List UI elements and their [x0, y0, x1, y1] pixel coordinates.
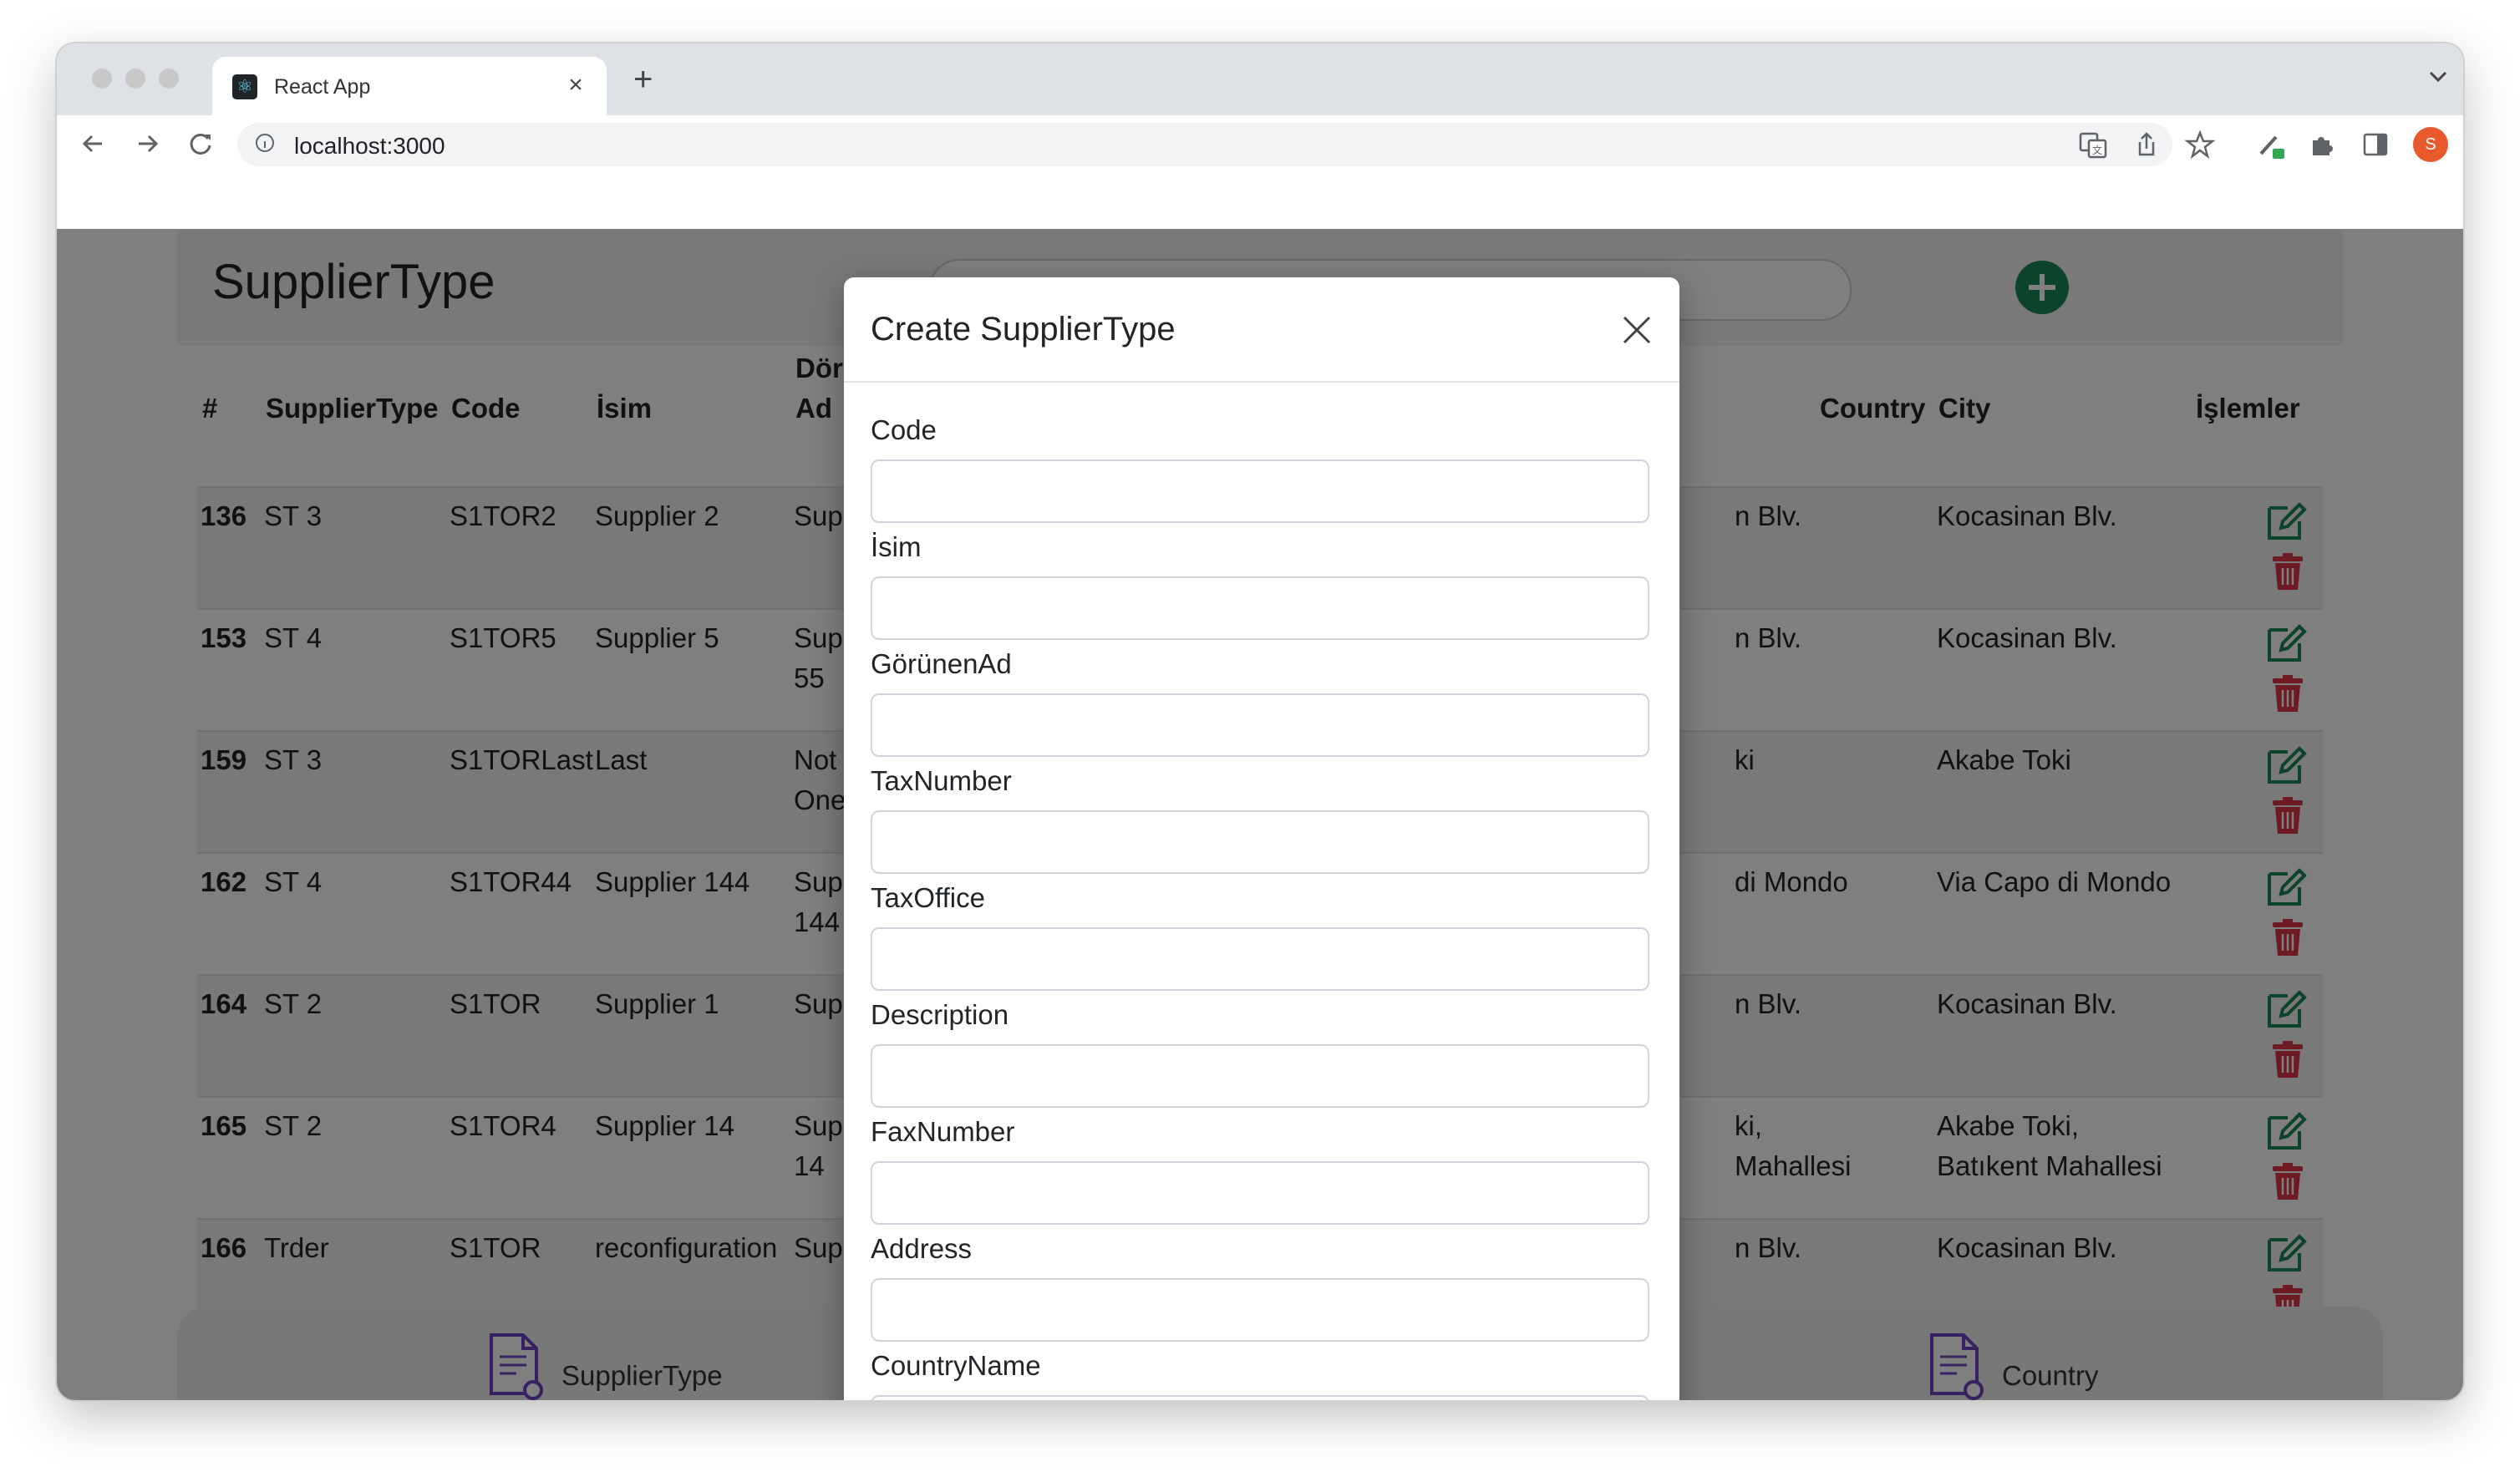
- name-input[interactable]: [871, 576, 1649, 640]
- new-tab-button[interactable]: +: [633, 63, 653, 96]
- reload-icon[interactable]: [184, 127, 217, 160]
- address-label: Address: [871, 1233, 973, 1264]
- tax-number-input[interactable]: [871, 810, 1649, 874]
- forward-arrow-icon[interactable]: [130, 127, 164, 160]
- maximize-window-button[interactable]: [159, 69, 179, 89]
- modal-header: Create SupplierType: [844, 277, 1679, 383]
- browser-window: ⚛ React App × + localhost:3000 文 S Creat…: [57, 43, 2463, 1400]
- browser-tab[interactable]: ⚛ React App ×: [212, 57, 607, 115]
- code-label: Code: [871, 414, 937, 445]
- display-name-label: GörünenAd: [871, 648, 1012, 679]
- code-input[interactable]: [871, 459, 1649, 523]
- share-icon[interactable]: [2131, 129, 2162, 160]
- name-label: İsim: [871, 531, 922, 562]
- url-text: localhost:3000: [294, 133, 445, 159]
- fax-number-input[interactable]: [871, 1161, 1649, 1225]
- browser-toolbar: localhost:3000 文 S: [57, 115, 2463, 174]
- back-arrow-icon[interactable]: [77, 127, 110, 160]
- profile-avatar[interactable]: S: [2413, 127, 2448, 162]
- extension-pen-icon[interactable]: [2254, 129, 2286, 160]
- description-label: Description: [871, 999, 1009, 1030]
- modal-title: Create SupplierType: [871, 311, 1176, 348]
- site-info-icon[interactable]: [256, 134, 274, 152]
- display-name-input[interactable]: [871, 693, 1649, 757]
- close-window-button[interactable]: [92, 69, 112, 89]
- create-supplier-type-modal: Create SupplierType Code İsim GörünenAd Tax…: [844, 277, 1679, 1400]
- tab-strip: ⚛ React App × +: [57, 43, 2463, 115]
- bookmark-star-icon[interactable]: [2184, 129, 2216, 160]
- tab-close-icon[interactable]: ×: [561, 71, 590, 99]
- country-name-input[interactable]: [871, 1395, 1649, 1400]
- react-logo-icon: ⚛: [232, 74, 257, 99]
- translate-icon[interactable]: 文: [2077, 129, 2109, 160]
- close-icon[interactable]: [1621, 314, 1653, 346]
- extensions-puzzle-icon[interactable]: [2306, 129, 2338, 160]
- fax-number-label: FaxNumber: [871, 1116, 1015, 1147]
- country-name-label: CountryName: [871, 1350, 1041, 1381]
- tab-title: React App: [274, 75, 371, 99]
- address-input[interactable]: [871, 1278, 1649, 1342]
- chevron-down-icon[interactable]: [2428, 70, 2448, 84]
- address-bar[interactable]: localhost:3000: [237, 123, 2172, 166]
- description-input[interactable]: [871, 1044, 1649, 1108]
- tax-office-label: TaxOffice: [871, 882, 985, 913]
- svg-text:文: 文: [2092, 144, 2102, 156]
- minimize-window-button[interactable]: [125, 69, 145, 89]
- side-panel-icon[interactable]: [2360, 129, 2391, 160]
- tax-number-label: TaxNumber: [871, 765, 1012, 796]
- tax-office-input[interactable]: [871, 927, 1649, 991]
